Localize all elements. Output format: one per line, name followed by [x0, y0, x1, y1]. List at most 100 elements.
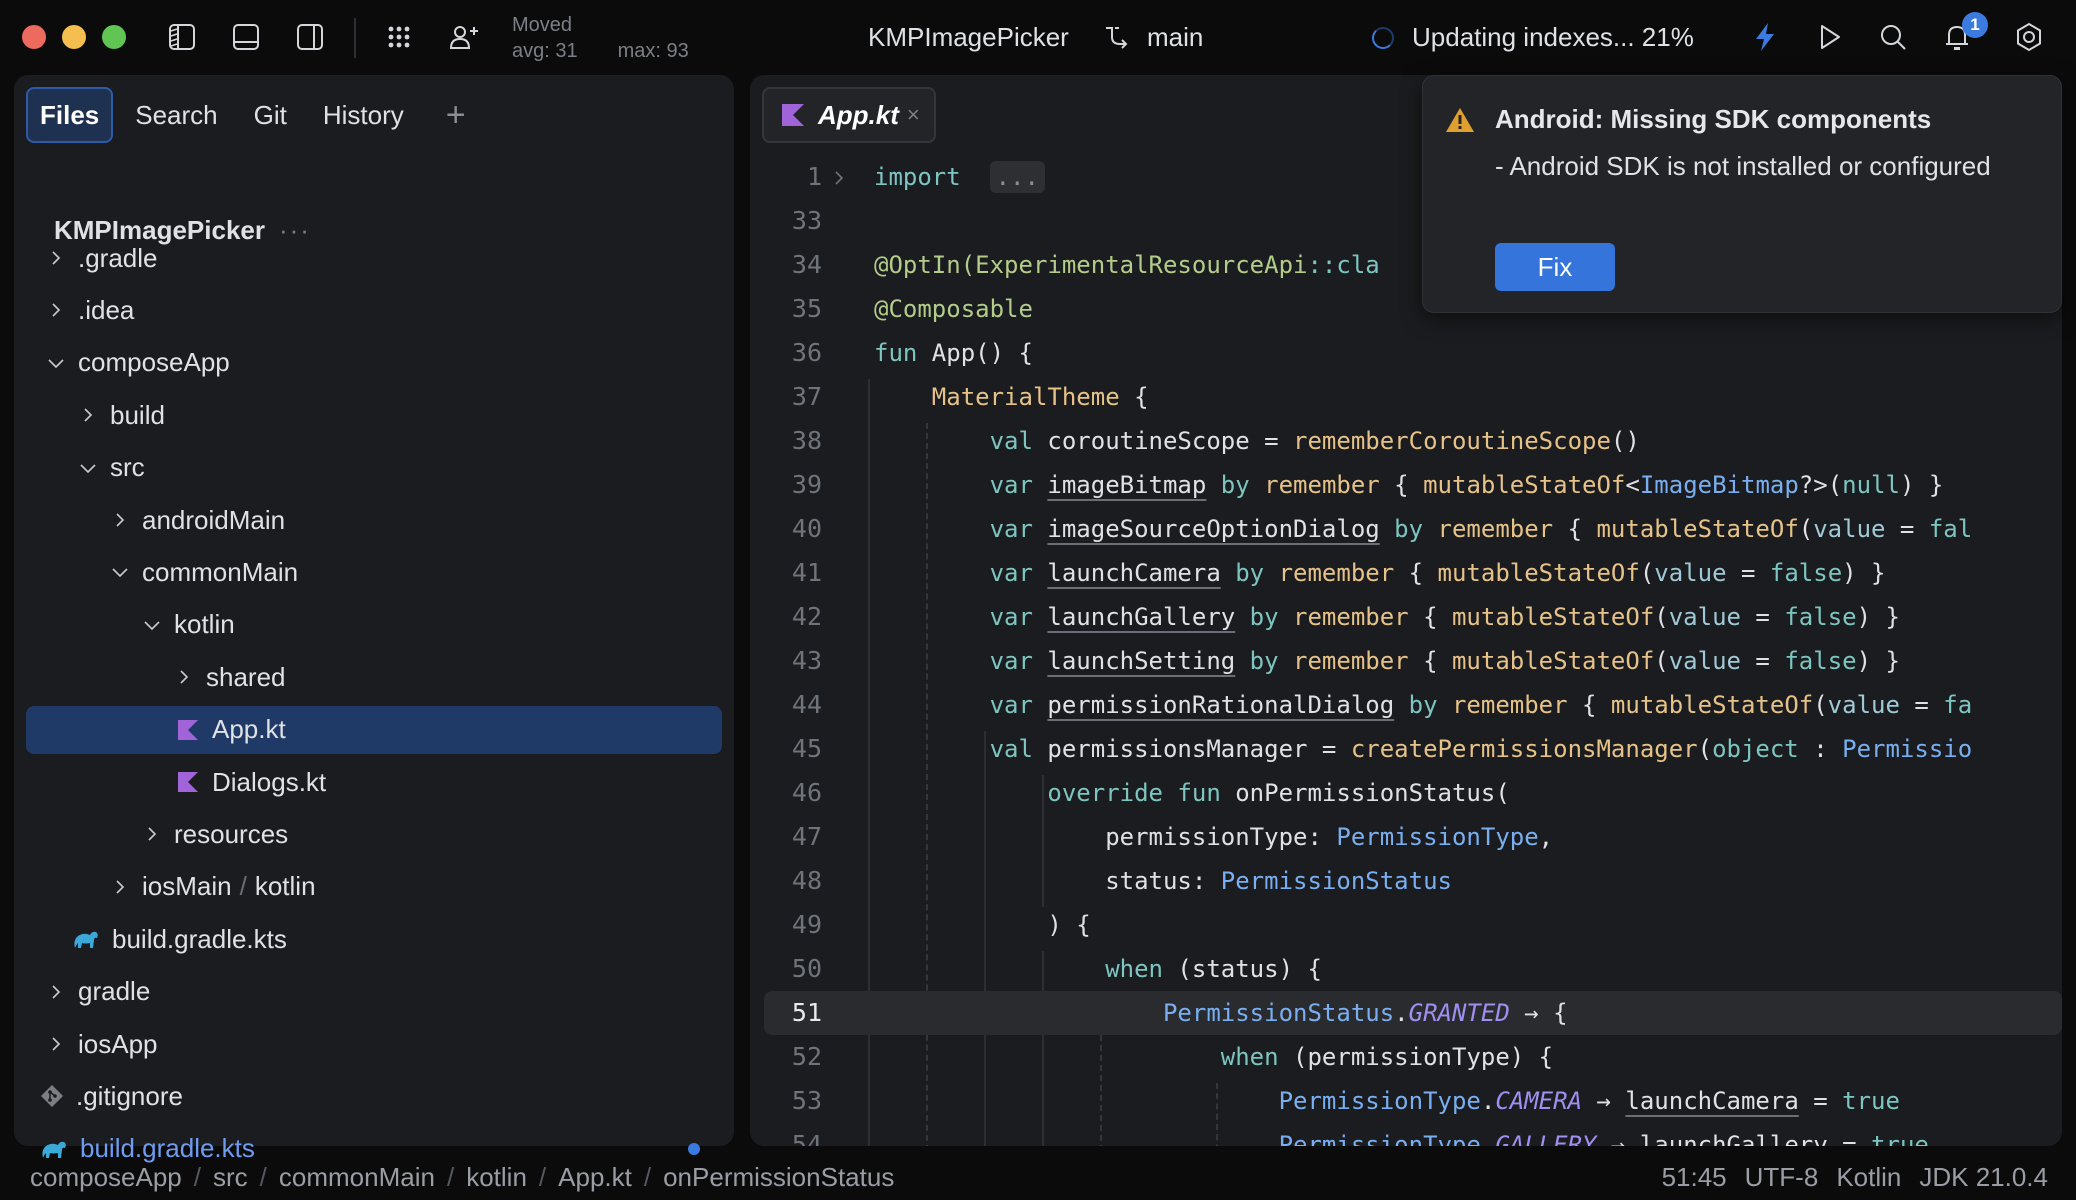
git-file-icon — [40, 1084, 64, 1108]
tree-item-app-kt[interactable]: App.kt — [26, 705, 722, 754]
window-minimize-button[interactable] — [62, 25, 86, 49]
breadcrumb-item[interactable]: src — [213, 1162, 248, 1193]
code-line[interactable]: 36 fun App() { — [750, 331, 2062, 375]
branch-selector[interactable]: main — [1147, 22, 1203, 53]
chevron-down-icon[interactable] — [142, 615, 162, 635]
code-text: var launchSetting by remember { mutableS… — [989, 647, 1900, 675]
tab-files[interactable]: Files — [26, 87, 114, 143]
chevron-right-icon[interactable] — [46, 982, 66, 1002]
code-line[interactable]: 42 var launchGallery by remember { mutab… — [750, 595, 2062, 639]
chevron-right-icon[interactable] — [142, 824, 162, 844]
code-line[interactable]: 45 val permissionsManager = createPermis… — [750, 727, 2062, 771]
toggle-left-sidebar-icon[interactable] — [165, 20, 199, 54]
tree-item-commonmain[interactable]: commonMain — [26, 548, 722, 596]
chevron-right-icon[interactable] — [46, 1034, 66, 1054]
bolt-icon[interactable] — [1748, 20, 1782, 54]
code-text: var launchCamera by remember { mutableSt… — [989, 559, 1886, 587]
tab-search[interactable]: Search — [121, 87, 231, 143]
code-line[interactable]: 49 ) { — [750, 903, 2062, 947]
fix-button[interactable]: Fix — [1495, 243, 1615, 291]
line-number: 33 — [791, 206, 822, 235]
tree-item-build[interactable]: build — [26, 391, 722, 439]
tree-item-shared[interactable]: shared — [26, 653, 722, 701]
breadcrumb-item[interactable]: composeApp — [30, 1162, 182, 1193]
line-number: 40 — [791, 514, 822, 543]
code-line[interactable]: 48 status: PermissionStatus — [750, 859, 2062, 903]
breadcrumb-item[interactable]: App.kt — [558, 1162, 632, 1193]
add-tab-button[interactable]: + — [434, 96, 478, 135]
tree-item-label: gradle — [78, 976, 151, 1007]
tree-item-dialogs-kt[interactable]: Dialogs.kt — [26, 758, 722, 806]
tree-item-composeapp[interactable]: composeApp — [26, 339, 722, 387]
tree-item-androidmain[interactable]: androidMain — [26, 496, 722, 544]
line-number: 47 — [791, 822, 822, 851]
chevron-right-icon[interactable] — [46, 300, 66, 320]
code-line[interactable]: 52 when (permissionType) { — [750, 1035, 2062, 1079]
tree-item-idea[interactable]: .idea — [26, 286, 722, 334]
chevron-right-icon[interactable] — [78, 405, 98, 425]
jdk-version[interactable]: JDK 21.0.4 — [1919, 1162, 2048, 1193]
chevron-down-icon[interactable] — [46, 353, 66, 373]
breadcrumb-item[interactable]: kotlin — [466, 1162, 527, 1193]
notification-title: Android: Missing SDK components — [1495, 104, 1932, 134]
tree-item-gradle[interactable]: .gradle — [26, 234, 722, 282]
editor-tab-label: App.kt — [818, 99, 899, 130]
toggle-right-sidebar-icon[interactable] — [293, 20, 327, 54]
file-language[interactable]: Kotlin — [1836, 1162, 1901, 1193]
add-user-icon[interactable] — [446, 20, 480, 54]
code-line[interactable]: 37 MaterialTheme { — [750, 375, 2062, 419]
apps-grid-icon[interactable] — [382, 20, 416, 54]
tree-item-src[interactable]: src — [26, 444, 722, 492]
tree-item-gitignore[interactable]: .gitignore — [26, 1072, 722, 1120]
code-line[interactable]: 50 when (status) { — [750, 947, 2062, 991]
code-line[interactable]: 51 PermissionStatus.GRANTED → { — [764, 991, 2062, 1035]
kotlin-file-icon — [176, 718, 200, 742]
run-icon[interactable] — [1812, 20, 1846, 54]
tree-item-resources[interactable]: resources — [26, 810, 722, 858]
fold-chevron-icon[interactable] — [832, 155, 846, 199]
close-tab-icon[interactable]: × — [907, 102, 920, 128]
tree-item-label: iosMain — [142, 871, 232, 902]
tree-item-build-gradle-kts[interactable]: build.gradle.kts — [26, 915, 722, 963]
code-text: PermissionStatus.GRANTED → { — [1162, 999, 1568, 1027]
code-line[interactable]: 47 permissionType: PermissionType, — [750, 815, 2062, 859]
toggle-bottom-panel-icon[interactable] — [229, 20, 263, 54]
tree-item-label: resources — [174, 818, 289, 849]
line-number: 35 — [791, 294, 822, 323]
code-line[interactable]: 54 PermissionType.GALLERY → launchGaller… — [750, 1123, 2062, 1146]
chevron-right-icon[interactable] — [110, 510, 130, 530]
code-line[interactable]: 43 var launchSetting by remember { mutab… — [750, 639, 2062, 683]
chevron-right-icon[interactable] — [174, 667, 194, 687]
chevron-down-icon[interactable] — [110, 562, 130, 582]
chevron-right-icon[interactable] — [110, 877, 130, 897]
settings-icon[interactable] — [2012, 20, 2046, 54]
code-line[interactable]: 44 var permissionRationalDialog by remem… — [750, 683, 2062, 727]
tree-item-kotlin[interactable]: kotlin — [26, 601, 722, 649]
tab-git[interactable]: Git — [240, 87, 301, 143]
tree-item-label: Dialogs.kt — [212, 766, 327, 797]
breadcrumb-item[interactable]: commonMain — [279, 1162, 435, 1193]
chevron-down-icon[interactable] — [78, 458, 98, 478]
code-line[interactable]: 39 var imageBitmap by remember { mutable… — [750, 463, 2062, 507]
tree-item-gradle[interactable]: gradle — [26, 968, 722, 1016]
editor-tab-app-kt[interactable]: App.kt × — [762, 87, 936, 143]
tree-item-iosmain[interactable]: iosMain / kotlin — [26, 863, 722, 911]
code-line[interactable]: 38 val coroutineScope = rememberCoroutin… — [750, 419, 2062, 463]
line-number: 54 — [791, 1130, 822, 1146]
window-maximize-button[interactable] — [102, 25, 126, 49]
tree-item-iosapp[interactable]: iosApp — [26, 1020, 722, 1068]
breadcrumb-item[interactable]: onPermissionStatus — [663, 1162, 894, 1193]
breadcrumb-separator: / — [446, 1162, 455, 1192]
code-line[interactable]: 53 PermissionType.CAMERA → launchCamera … — [750, 1079, 2062, 1123]
code-line[interactable]: 40 var imageSourceOptionDialog by rememb… — [750, 507, 2062, 551]
file-encoding[interactable]: UTF-8 — [1745, 1162, 1819, 1193]
project-title[interactable]: KMPImagePicker — [868, 22, 1069, 53]
code-line[interactable]: 46 override fun onPermissionStatus( — [750, 771, 2062, 815]
tab-history[interactable]: History — [309, 87, 418, 143]
search-icon[interactable] — [1876, 20, 1910, 54]
window-close-button[interactable] — [22, 25, 46, 49]
code-line[interactable]: 41 var launchCamera by remember { mutabl… — [750, 551, 2062, 595]
chevron-right-icon[interactable] — [46, 248, 66, 268]
cursor-position[interactable]: 51:45 — [1662, 1162, 1727, 1193]
code-text: val coroutineScope = rememberCoroutineSc… — [989, 427, 1640, 455]
